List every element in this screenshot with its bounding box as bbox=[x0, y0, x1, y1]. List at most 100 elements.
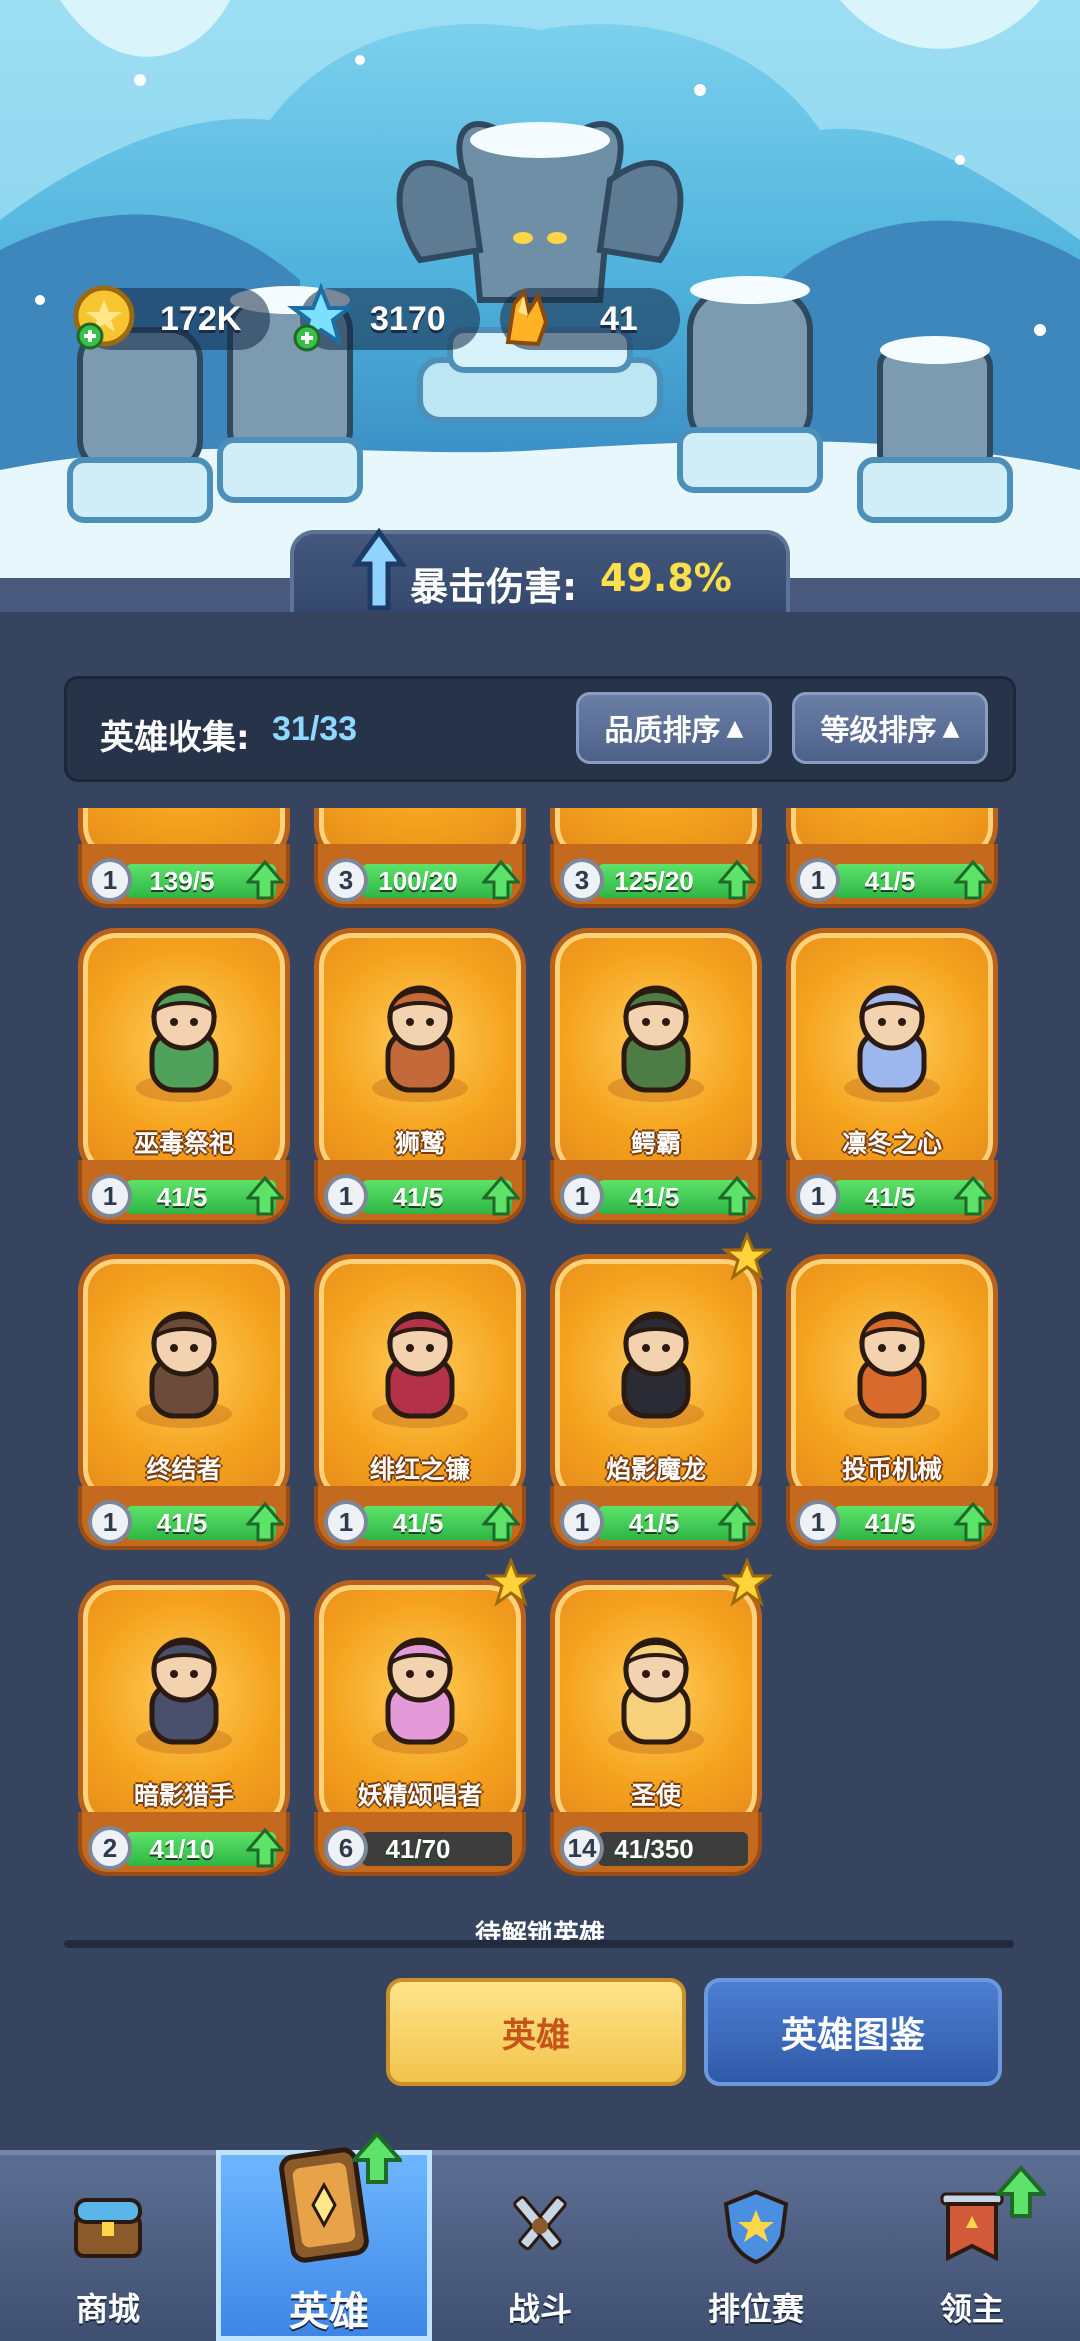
upgrade-arrow-icon[interactable] bbox=[952, 859, 994, 900]
hero-portrait bbox=[586, 970, 726, 1110]
shard-progress: 41/10 bbox=[149, 1834, 215, 1864]
crystal-amount: 41 bbox=[600, 300, 638, 338]
shop-chest-icon bbox=[68, 2186, 148, 2266]
hero-name: 巫毒祭祀 bbox=[133, 1129, 234, 1158]
hero-name: 狮鹫 bbox=[394, 1129, 445, 1158]
triangle-up-icon: ▲ bbox=[942, 715, 960, 741]
shard-progress: 41/5 bbox=[392, 1508, 444, 1538]
shard-progress: 41/70 bbox=[385, 1834, 451, 1864]
collection-label: 英雄收集: bbox=[100, 718, 250, 758]
hero-tab-button[interactable]: 英雄 bbox=[386, 1978, 686, 2086]
hero-grid[interactable]: 1 139/5 3 100/20 3 125/20 1 41/5 巫毒祭祀 1 41/5 狮鹫 1 41/… bbox=[0, 808, 1080, 1888]
upgrade-arrow-icon bbox=[993, 2164, 1049, 2218]
hero-card[interactable]: 绯红之镰 1 41/5 bbox=[314, 1254, 526, 1554]
divider bbox=[64, 1940, 1014, 1948]
star-icon bbox=[720, 1230, 774, 1282]
gold-amount: 172K bbox=[160, 300, 242, 338]
gem-amount: 3170 bbox=[370, 300, 446, 338]
hero-portrait bbox=[350, 1296, 490, 1436]
upgrade-arrow-icon[interactable] bbox=[480, 859, 522, 900]
shard-progress: 41/5 bbox=[156, 1182, 208, 1212]
nav-label: 战斗 bbox=[507, 2290, 572, 2328]
hero-name: 投币机械 bbox=[841, 1455, 942, 1484]
upgrade-arrow-icon[interactable] bbox=[244, 1175, 286, 1216]
hero-card[interactable]: 焰影魔龙 1 41/5 bbox=[550, 1230, 774, 1554]
upgrade-arrow-icon[interactable] bbox=[952, 1501, 994, 1542]
hero-portrait bbox=[114, 1296, 254, 1436]
star-icon bbox=[720, 1556, 774, 1608]
hero-portrait bbox=[114, 1622, 254, 1762]
hero-name: 妖精颂唱者 bbox=[357, 1781, 483, 1810]
hero-portrait bbox=[114, 970, 254, 1110]
gold-coin-icon[interactable] bbox=[70, 282, 142, 354]
collection-count: 31/33 bbox=[272, 710, 358, 748]
hero-name: 圣使 bbox=[630, 1781, 681, 1810]
shard-progress: 100/20 bbox=[378, 866, 458, 896]
hero-card[interactable]: 圣使 14 41/350 bbox=[550, 1556, 774, 1880]
upgrade-arrow-icon bbox=[349, 2130, 405, 2184]
hero-name: 绯红之镰 bbox=[369, 1455, 470, 1484]
hero-card[interactable]: 1 139/5 bbox=[78, 808, 290, 912]
shard-progress: 41/350 bbox=[614, 1834, 694, 1864]
shard-progress: 41/5 bbox=[864, 866, 916, 896]
nav-label: 领主 bbox=[939, 2290, 1004, 2328]
up-arrow-icon bbox=[352, 528, 406, 611]
upgrade-arrow-icon[interactable] bbox=[244, 1501, 286, 1542]
hero-card[interactable]: 妖精颂唱者 6 41/70 bbox=[314, 1556, 538, 1880]
shard-progress: 41/5 bbox=[628, 1508, 680, 1538]
sort-quality-button[interactable]: 品质排序 ▲ bbox=[576, 692, 772, 764]
crit-damage-value: 49.8% bbox=[600, 556, 732, 600]
crossed-swords-icon bbox=[500, 2186, 580, 2266]
hero-card[interactable]: 3 125/20 bbox=[550, 808, 762, 912]
shard-progress: 41/5 bbox=[864, 1182, 916, 1212]
hero-card[interactable]: 巫毒祭祀 1 41/5 bbox=[78, 928, 290, 1228]
upgrade-arrow-icon[interactable] bbox=[480, 1501, 522, 1542]
hero-name: 暗影猎手 bbox=[133, 1781, 234, 1810]
upgrade-arrow-icon[interactable] bbox=[716, 859, 758, 900]
crit-damage-label: 暴击伤害: bbox=[410, 565, 578, 609]
triangle-up-icon: ▲ bbox=[726, 715, 744, 741]
hero-name: 鳄霸 bbox=[630, 1129, 681, 1158]
upgrade-arrow-icon[interactable] bbox=[952, 1175, 994, 1216]
nav-label: 排位赛 bbox=[707, 2290, 804, 2328]
hero-name: 终结者 bbox=[146, 1455, 222, 1484]
hero-name: 凛冬之心 bbox=[841, 1129, 942, 1158]
upgrade-arrow-icon[interactable] bbox=[716, 1175, 758, 1216]
hero-card[interactable]: 投币机械 1 41/5 bbox=[786, 1254, 998, 1554]
sort-quality-label: 品质排序 bbox=[604, 713, 721, 747]
amber-crystal-icon[interactable] bbox=[488, 282, 560, 354]
hero-card[interactable]: 3 100/20 bbox=[314, 808, 526, 912]
hero-portrait bbox=[822, 1296, 962, 1436]
hero-card[interactable]: 终结者 1 41/5 bbox=[78, 1254, 290, 1554]
hero-portrait bbox=[350, 1622, 490, 1762]
star-icon bbox=[484, 1556, 538, 1608]
hero-card[interactable]: 1 41/5 bbox=[786, 808, 998, 912]
rank-shield-icon bbox=[716, 2186, 796, 2266]
nav-item-4[interactable]: 领主 bbox=[864, 2150, 1080, 2341]
hero-name: 焰影魔龙 bbox=[605, 1455, 706, 1484]
nav-label: 英雄 bbox=[289, 2289, 369, 2335]
shard-progress: 139/5 bbox=[149, 866, 215, 896]
nav-item-2[interactable]: 战斗 bbox=[432, 2150, 648, 2341]
upgrade-arrow-icon[interactable] bbox=[480, 1175, 522, 1216]
shard-progress: 41/5 bbox=[156, 1508, 208, 1538]
blue-gem-icon[interactable] bbox=[285, 282, 357, 354]
sort-level-button[interactable]: 等级排序 ▲ bbox=[792, 692, 988, 764]
upgrade-arrow-icon[interactable] bbox=[716, 1501, 758, 1542]
hero-card[interactable]: 鳄霸 1 41/5 bbox=[550, 928, 762, 1228]
upgrade-arrow-icon[interactable] bbox=[244, 859, 286, 900]
nav-item-0[interactable]: 商城 bbox=[0, 2150, 216, 2341]
hero-portrait bbox=[822, 970, 962, 1110]
hero-card[interactable]: 狮鹫 1 41/5 bbox=[314, 928, 526, 1228]
shard-progress: 41/5 bbox=[628, 1182, 680, 1212]
hero-card[interactable]: 凛冬之心 1 41/5 bbox=[786, 928, 998, 1228]
hero-dex-button[interactable]: 英雄图鉴 bbox=[704, 1978, 1002, 2086]
shard-progress: 41/5 bbox=[864, 1508, 916, 1538]
sort-level-label: 等级排序 bbox=[820, 713, 937, 747]
nav-item-3[interactable]: 排位赛 bbox=[648, 2150, 864, 2341]
hero-portrait bbox=[586, 1296, 726, 1436]
nav-label: 商城 bbox=[75, 2290, 140, 2328]
hero-card[interactable]: 暗影猎手 2 41/10 bbox=[78, 1580, 290, 1880]
upgrade-arrow-icon[interactable] bbox=[244, 1827, 286, 1868]
hero-portrait bbox=[586, 1622, 726, 1762]
